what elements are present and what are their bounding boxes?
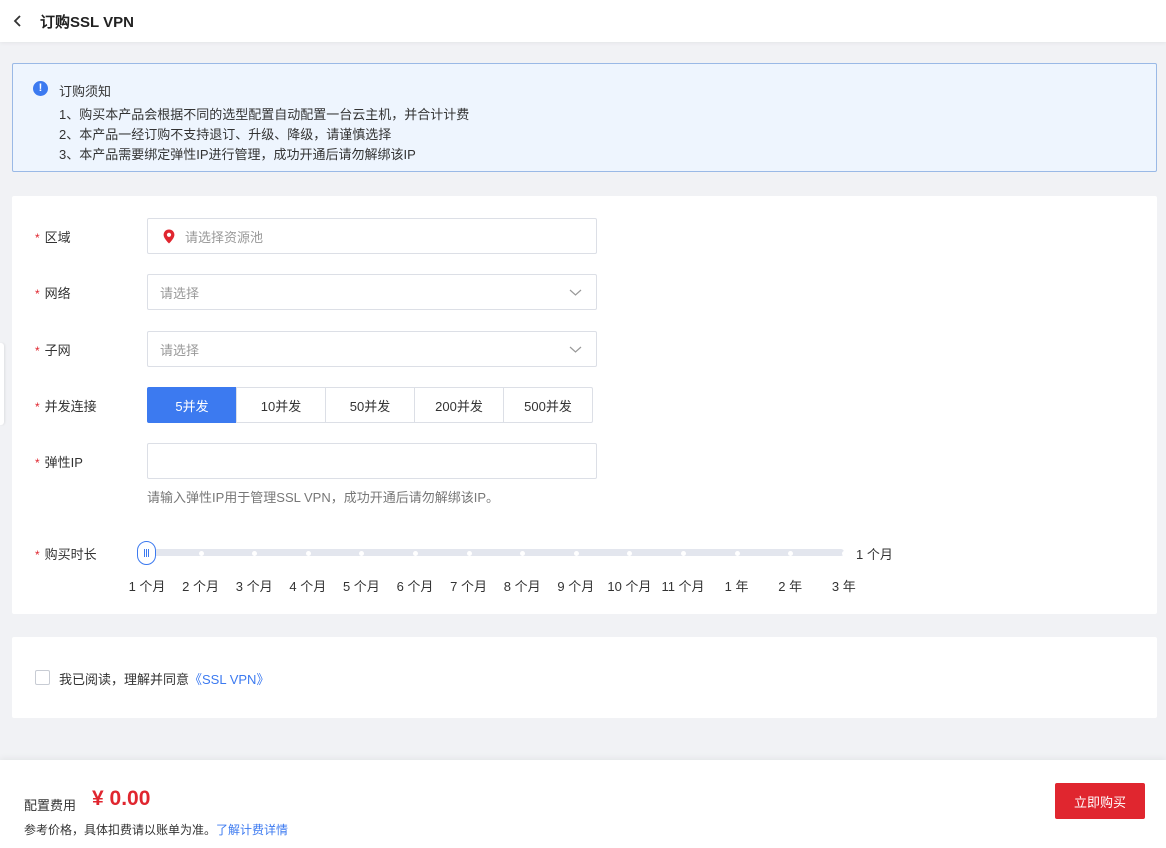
page-header: 订购SSL VPN <box>0 0 1166 42</box>
subnet-label: * 子网 <box>35 343 71 358</box>
chevron-down-icon <box>569 346 582 353</box>
slider-tick-mark <box>305 551 311 556</box>
side-drawer-handle[interactable] <box>0 343 4 425</box>
network-placeholder: 请选择 <box>160 285 200 301</box>
agreement-checkbox[interactable] <box>35 670 50 685</box>
notice-title: 订购须知 <box>59 84 112 99</box>
duration-tick-label[interactable]: 2 个月 <box>171 576 231 595</box>
slider-tick-mark <box>466 551 472 556</box>
network-label: * 网络 <box>35 286 71 301</box>
concurrency-option-10[interactable]: 10并发 <box>236 387 326 423</box>
network-select[interactable]: 请选择 <box>147 274 597 310</box>
concurrency-option-200[interactable]: 200并发 <box>414 387 504 423</box>
duration-tick-label[interactable]: 5 个月 <box>331 576 391 595</box>
duration-tick-label[interactable]: 1 个月 <box>117 576 177 595</box>
slider-tick-mark <box>788 551 794 556</box>
agreement-link[interactable]: 《SSL VPN》 <box>189 672 269 687</box>
slider-tick-mark <box>681 551 686 556</box>
concurrency-label: * 并发连接 <box>35 399 97 414</box>
back-button[interactable] <box>2 4 34 38</box>
eip-label: * 弹性IP <box>35 455 83 470</box>
order-form: * 区域 请选择资源池 * 网络 请选择 * 子网 请选择 * 并发连接 5并发 10并… <box>12 196 1157 614</box>
region-label: * 区域 <box>35 230 71 245</box>
slider-tick-mark <box>359 551 365 556</box>
concurrency-selector: 5并发 10并发 50并发 200并发 500并发 <box>147 387 593 423</box>
notice-line: 1、购买本产品会根据不同的选型配置自动配置一台云主机，并合计计费 <box>59 107 470 122</box>
duration-value: 1 个月 <box>856 547 893 562</box>
duration-tick-label[interactable]: 9 个月 <box>546 576 606 595</box>
info-icon: ! <box>33 81 48 96</box>
duration-tick-label[interactable]: 3 个月 <box>224 576 284 595</box>
concurrency-option-50[interactable]: 50并发 <box>325 387 415 423</box>
buy-now-button[interactable]: 立即购买 <box>1055 783 1145 819</box>
concurrency-option-5[interactable]: 5并发 <box>147 387 237 423</box>
duration-tick-label[interactable]: 10 个月 <box>599 576 659 595</box>
slider-tick-mark <box>841 551 847 556</box>
duration-slider-handle[interactable] <box>137 541 156 565</box>
location-pin-icon <box>163 229 175 244</box>
region-select[interactable]: 请选择资源池 <box>147 218 597 254</box>
slider-tick-mark <box>734 551 740 556</box>
checkout-footer: 配置费用 ¥ 0.00 参考价格，具体扣费请以账单为准。了解计费详情 立即购买 <box>0 760 1166 848</box>
eip-input[interactable] <box>147 443 597 479</box>
subnet-select[interactable]: 请选择 <box>147 331 597 367</box>
slider-tick-mark <box>520 551 526 556</box>
slider-tick-mark <box>413 551 418 556</box>
eip-hint: 请输入弹性IP用于管理SSL VPN，成功开通后请勿解绑该IP。 <box>147 490 499 505</box>
subnet-placeholder: 请选择 <box>160 342 200 358</box>
billing-details-link[interactable]: 了解计费详情 <box>216 823 288 837</box>
duration-tick-label[interactable]: 7 个月 <box>439 576 499 595</box>
duration-tick-label[interactable]: 6 个月 <box>385 576 445 595</box>
slider-tick-mark <box>198 551 204 556</box>
notice-line: 2、本产品一经订购不支持退订、升级、降级，请谨慎选择 <box>59 127 392 142</box>
duration-slider-track[interactable] <box>147 549 847 556</box>
fee-label: 配置费用 <box>24 798 77 813</box>
duration-tick-label[interactable]: 3 年 <box>814 576 874 595</box>
concurrency-option-500[interactable]: 500并发 <box>503 387 593 423</box>
slider-tick-mark <box>627 551 633 556</box>
fee-value: ¥ 0.00 <box>92 787 151 810</box>
chevron-left-icon <box>13 15 21 27</box>
agreement-card: 我已阅读，理解并同意《SSL VPN》 <box>12 637 1157 718</box>
duration-tick-label[interactable]: 11 个月 <box>653 576 713 595</box>
duration-tick-label[interactable]: 1 年 <box>707 576 767 595</box>
chevron-down-icon <box>569 289 582 296</box>
purchase-notice: ! 订购须知 1、购买本产品会根据不同的选型配置自动配置一台云主机，并合计计费 … <box>12 63 1157 172</box>
duration-label: * 购买时长 <box>35 547 97 562</box>
slider-tick-mark <box>573 551 579 556</box>
duration-tick-label[interactable]: 8 个月 <box>492 576 552 595</box>
agreement-text: 我已阅读，理解并同意《SSL VPN》 <box>59 672 270 687</box>
duration-tick-label[interactable]: 4 个月 <box>278 576 338 595</box>
page-title: 订购SSL VPN <box>40 13 134 31</box>
duration-tick-label[interactable]: 2 年 <box>760 576 820 595</box>
notice-line: 3、本产品需要绑定弹性IP进行管理，成功开通后请勿解绑该IP <box>59 147 416 162</box>
region-placeholder: 请选择资源池 <box>185 229 264 245</box>
price-reference: 参考价格，具体扣费请以账单为准。了解计费详情 <box>24 823 289 837</box>
slider-tick-mark <box>252 551 258 556</box>
